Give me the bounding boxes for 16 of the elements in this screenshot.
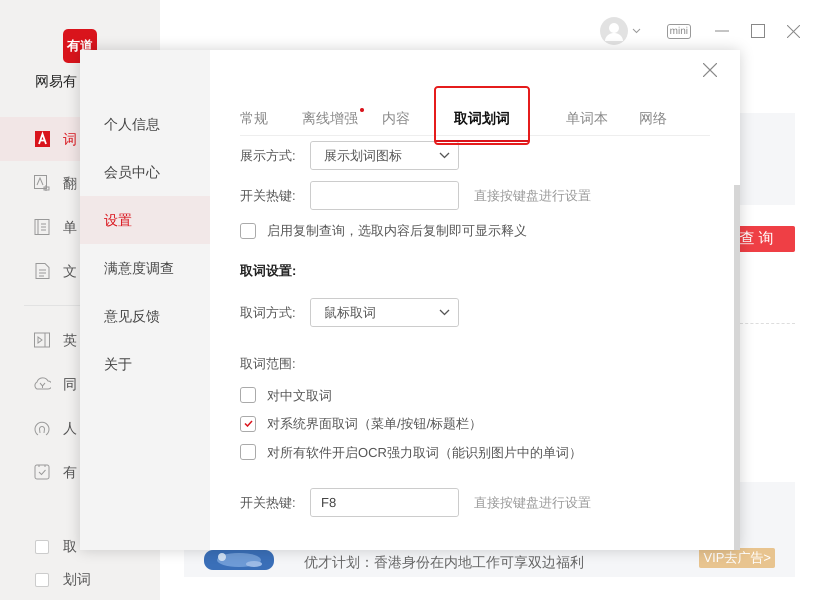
checkbox-label: 对中文取词 (267, 386, 332, 404)
banner-text: 优才计划：香港身份在内地工作可享双边福利 (304, 554, 584, 570)
toggle-label: 划词 (63, 570, 91, 589)
checkbox-label: 对所有软件开启OCR强力取词（能识别图片中的单词） (267, 444, 582, 462)
section-heading: 取词设置: (240, 262, 298, 280)
hint-text: 直接按键盘进行设置 (474, 186, 591, 205)
field-label: 取词范围: (240, 355, 297, 373)
toggle-label: 取 (63, 537, 77, 556)
hint-text: 直接按键盘进行设置 (474, 494, 591, 512)
checkbox-label: 启用复制查询，选取内容后复制即可显示释义 (267, 222, 527, 240)
field-label: 开关热键: (240, 186, 297, 205)
app-name: 网易有 (35, 72, 77, 91)
field-label: 开关热键: (240, 494, 297, 512)
checkbox-label: 对系统界面取词（菜单/按钮/标题栏） (267, 415, 482, 433)
field-label: 取词方式: (240, 304, 297, 322)
field-label: 展示方式: (240, 146, 297, 165)
